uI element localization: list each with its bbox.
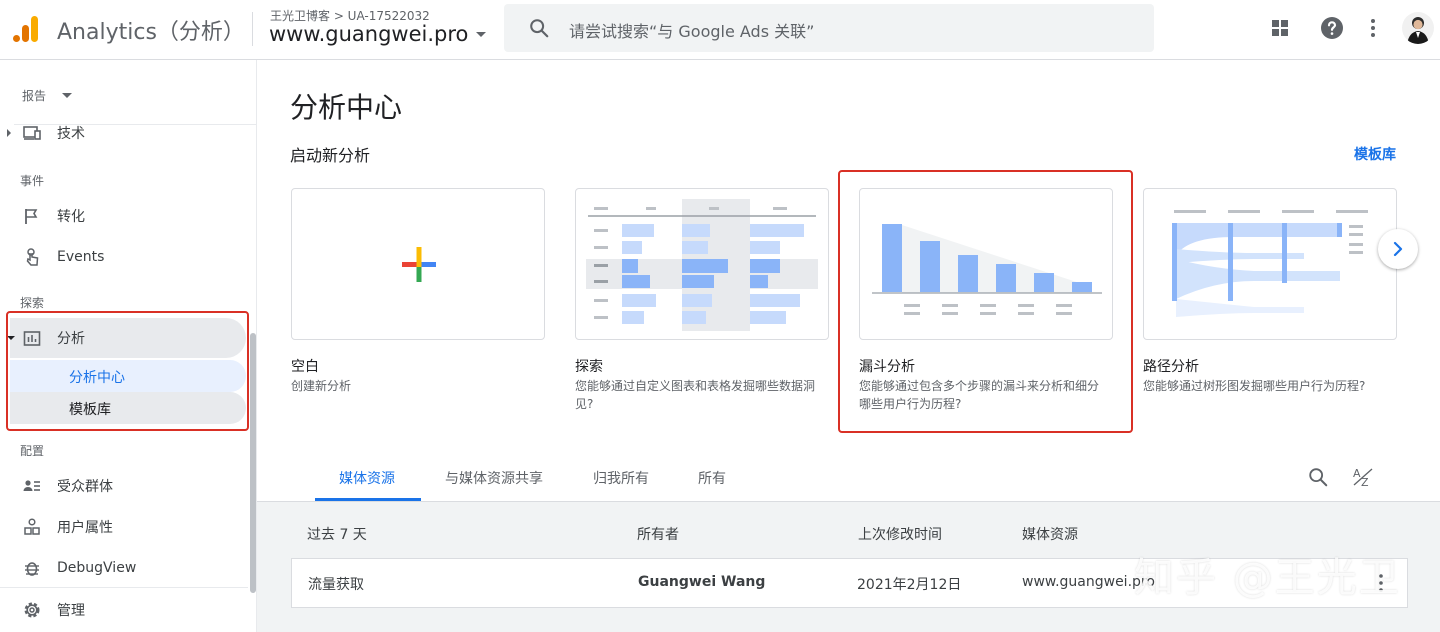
svg-text:A: A [1353, 467, 1361, 480]
tab-shared[interactable]: 与媒体资源共享 [445, 468, 543, 488]
card-blank[interactable] [291, 188, 545, 340]
section-events: 事件 [20, 174, 45, 188]
left-nav: 报告 技术 事件 转化 Events 探索 分析 分析中心 模板库 配置 受众群… [0, 60, 257, 632]
row-modified-date: 2021年2月12日 [857, 577, 962, 593]
sidebar-item-label: Events [57, 249, 105, 265]
analytics-logo-icon[interactable] [12, 14, 40, 44]
start-new-heading: 启动新分析 [290, 146, 371, 165]
bug-icon [25, 562, 39, 576]
column-header-period[interactable]: 过去 7 天 [307, 524, 367, 544]
plus-icon [402, 247, 436, 282]
card-exploration[interactable] [575, 188, 829, 340]
flag-icon [25, 209, 38, 224]
search-bar[interactable]: 请尝试搜索“与 Google Ads 关联” [504, 4, 1154, 52]
apps-grid-icon[interactable] [1268, 16, 1292, 40]
top-app-bar: Analytics（分析） 王光卫博客 > UA-17522032 www.gu… [0, 0, 1440, 60]
header-divider [252, 12, 253, 46]
card-description: 您能够通过树形图发掘哪些用户行为历程? [1143, 379, 1366, 393]
sidebar-item-label: 管理 [57, 603, 85, 619]
sidebar-item-conversions[interactable]: 转化 [0, 196, 248, 236]
card-title: 空白 [291, 359, 319, 375]
column-header-owner[interactable]: 所有者 [637, 524, 679, 544]
sort-az-icon[interactable]: A Z [1351, 465, 1375, 489]
sidebar-item-label: 用户属性 [57, 520, 113, 536]
row-owner: Guangwei Wang [638, 574, 766, 590]
nav-divider [0, 587, 248, 588]
help-icon[interactable] [1320, 16, 1344, 40]
account-avatar[interactable] [1402, 12, 1434, 44]
sidebar-item-label: 技术 [57, 126, 85, 142]
page-title: 分析中心 [290, 91, 403, 124]
app-title: Analytics（分析） [57, 20, 245, 45]
chevron-right-icon [1393, 241, 1403, 257]
column-header-modified[interactable]: 上次修改时间 [858, 524, 942, 544]
path-tree-icon [1172, 210, 1368, 317]
reports-menu[interactable]: 报告 [22, 87, 73, 104]
sidebar-item-tech[interactable]: 技术 [0, 113, 248, 153]
reports-label: 报告 [22, 89, 47, 103]
card-path[interactable] [1143, 188, 1397, 340]
chevron-down-icon [476, 31, 487, 37]
section-explore: 探索 [20, 296, 45, 310]
devices-icon [23, 126, 41, 140]
tab-owned-by-me[interactable]: 归我所有 [593, 468, 649, 488]
search-input[interactable]: 请尝试搜索“与 Google Ads 关联” [569, 18, 814, 42]
highlight-box [6, 311, 249, 431]
section-configure: 配置 [20, 444, 45, 458]
touch-icon [26, 248, 39, 266]
sidebar-item-events[interactable]: Events [0, 237, 248, 277]
property-selector[interactable]: www.guangwei.pro [269, 22, 487, 46]
active-tab-indicator [315, 498, 421, 501]
card-title: 路径分析 [1143, 359, 1199, 375]
property-name: www.guangwei.pro [269, 22, 469, 46]
search-icon [530, 19, 549, 38]
template-gallery-link[interactable]: 模板库 [1354, 144, 1396, 164]
sidebar-item-label: 转化 [57, 209, 85, 225]
column-header-property[interactable]: 媒体资源 [1022, 524, 1078, 544]
carousel-next-button[interactable] [1378, 229, 1418, 269]
tab-property[interactable]: 媒体资源 [339, 468, 395, 488]
card-description: 您能够通过自定义图表和表格发掘哪些数据洞见? [575, 379, 816, 411]
watermark: 知乎 @王光卫 [1134, 555, 1401, 601]
sidebar-item-admin[interactable]: 管理 [0, 590, 248, 630]
card-title: 探索 [575, 359, 603, 375]
tab-all[interactable]: 所有 [698, 468, 726, 488]
row-analysis-name[interactable]: 流量获取 [308, 574, 364, 594]
audience-icon [23, 480, 40, 491]
sidebar-scrollbar[interactable] [250, 333, 256, 593]
avatar-image [1402, 12, 1434, 44]
highlight-box [838, 170, 1133, 433]
table-thumbnail-icon [586, 199, 818, 331]
card-description: 创建新分析 [291, 379, 352, 393]
sidebar-item-user-properties[interactable]: 用户属性 [0, 507, 248, 547]
chevron-down-icon [62, 93, 73, 98]
user-property-icon [24, 518, 40, 535]
analyses-tabs: 媒体资源 与媒体资源共享 归我所有 所有 A Z [257, 452, 1440, 502]
search-icon[interactable] [1307, 466, 1329, 488]
sidebar-item-label: 受众群体 [57, 479, 113, 495]
sidebar-item-label: DebugView [57, 560, 137, 576]
expand-arrow-icon[interactable] [7, 129, 11, 137]
sidebar-item-debugview[interactable]: DebugView [0, 548, 248, 588]
more-vert-icon[interactable] [1361, 16, 1385, 40]
sidebar-item-audiences[interactable]: 受众群体 [0, 466, 248, 506]
gear-icon [24, 602, 40, 618]
